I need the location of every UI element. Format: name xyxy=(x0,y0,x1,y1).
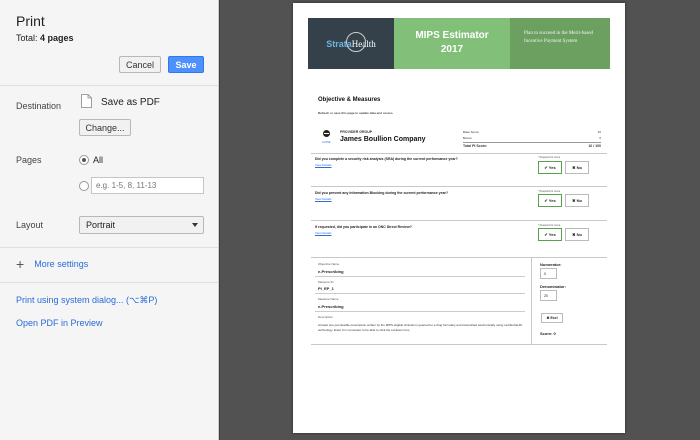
layout-label: Layout xyxy=(16,220,44,230)
objective-name: e-Prescribing xyxy=(318,269,344,274)
document-icon xyxy=(81,94,92,108)
destination-label: Destination xyxy=(16,101,62,111)
required-note: * Required for score xyxy=(538,190,561,193)
logo-text: StrataHealth xyxy=(326,31,376,52)
view-details-link: View Details xyxy=(315,197,332,201)
measure-id-label: Measure ID xyxy=(318,280,334,284)
divider xyxy=(0,85,218,86)
divider xyxy=(315,293,525,294)
banner-title: MIPS Estimator 2017 xyxy=(394,18,510,69)
system-dialog-link[interactable]: Print using system dialog... (⌥⌘P) xyxy=(16,295,157,306)
exclude-button: ✖ Excl xyxy=(541,313,563,323)
divider xyxy=(311,186,607,187)
chevron-down-icon xyxy=(192,223,198,227)
close-icon xyxy=(323,130,330,137)
banner: StrataHealth MIPS Estimator 2017 Plan to… xyxy=(308,18,610,69)
divider xyxy=(0,282,218,283)
provider-name: James Boullion Company xyxy=(340,136,426,143)
section-title: Objective & Measures xyxy=(318,97,381,103)
no-option: ✖ No xyxy=(565,161,589,174)
banner-tagline: Plan to succeed in the Merit-based Incen… xyxy=(510,18,610,69)
question-text: If requested, did you participate in an … xyxy=(315,225,412,229)
yes-option: ✔ Yes xyxy=(538,161,562,174)
pages-all-radio[interactable] xyxy=(79,155,89,165)
change-destination-button[interactable]: Change... xyxy=(79,119,131,136)
no-option: ✖ No xyxy=(565,228,589,241)
score-row: Total PI Score: 10 / 100 xyxy=(463,142,601,148)
destination-name: Save as PDF xyxy=(101,97,160,108)
cancel-button[interactable]: Cancel xyxy=(119,56,161,73)
yes-no-toggle: ✔ Yes ✖ No xyxy=(538,228,589,241)
numerator-label: Numerator: xyxy=(540,262,562,267)
objective-name-label: Objective Name xyxy=(318,262,340,266)
question-text: Did you complete a security risk analysi… xyxy=(315,157,458,161)
print-dialog: Print Total: 4 pages Cancel Save Destina… xyxy=(0,0,219,440)
numerator-field: 0 xyxy=(540,268,557,279)
yes-option: ✔ Yes xyxy=(538,228,562,241)
score-summary: Base Score: 10 Bonus: 0 Total PI Score: 10 … xyxy=(463,129,601,149)
measure-name: e-Prescribing xyxy=(318,304,344,309)
yes-no-toggle: ✔ Yes ✖ No xyxy=(538,161,589,174)
total-pages: Total: 4 pages xyxy=(16,33,74,43)
dialog-title: Print xyxy=(16,13,45,29)
measure-id: PI_EP_1 xyxy=(318,286,334,291)
section-note: Refresh or save this page to update data… xyxy=(318,111,394,115)
divider xyxy=(311,220,607,221)
denominator-field: 20 xyxy=(540,290,557,301)
more-settings-toggle[interactable]: + More settings xyxy=(16,256,89,272)
divider xyxy=(0,247,218,248)
measure-name-label: Measure Name xyxy=(318,297,339,301)
logo: StrataHealth xyxy=(308,18,394,69)
pages-range-input[interactable] xyxy=(91,177,204,194)
pages-label: Pages xyxy=(16,155,42,165)
divider xyxy=(315,276,525,277)
yes-option: ✔ Yes xyxy=(538,194,562,207)
divider xyxy=(531,257,532,345)
yes-no-toggle: ✔ Yes ✖ No xyxy=(538,194,589,207)
more-settings-label: More settings xyxy=(34,259,89,269)
total-value: 4 pages xyxy=(40,33,74,43)
save-button[interactable]: Save xyxy=(168,56,204,73)
provider-group-label: PROVIDER GROUP xyxy=(340,130,373,134)
view-details-link: View Details xyxy=(315,231,332,235)
description-label: Description xyxy=(318,315,334,319)
required-note: * Required for score xyxy=(538,224,561,227)
denominator-label: Denominator: xyxy=(540,284,566,289)
pages-all-label: All xyxy=(93,155,104,165)
no-option: ✖ No xyxy=(565,194,589,207)
preview-page: StrataHealth MIPS Estimator 2017 Plan to… xyxy=(293,3,625,433)
total-label: Total: xyxy=(16,33,38,43)
view-details-link: View Details xyxy=(315,163,332,167)
question-text: Did you prevent any Information Blocking… xyxy=(315,191,449,195)
layout-value: Portrait xyxy=(86,220,116,230)
layout-select[interactable]: Portrait xyxy=(79,216,204,234)
divider xyxy=(315,311,525,312)
required-note: * Required for score xyxy=(538,156,561,159)
divider xyxy=(311,153,607,154)
plus-icon: + xyxy=(16,256,25,272)
measure-score: Score: 0 xyxy=(540,331,556,336)
open-pdf-link[interactable]: Open PDF in Preview xyxy=(16,318,103,328)
close-label: CLOSE xyxy=(322,141,331,144)
score-row: Bonus: 0 xyxy=(463,136,601,140)
measure-description: At least one permissible prescription wr… xyxy=(318,323,522,332)
pages-custom-radio[interactable] xyxy=(79,181,89,191)
